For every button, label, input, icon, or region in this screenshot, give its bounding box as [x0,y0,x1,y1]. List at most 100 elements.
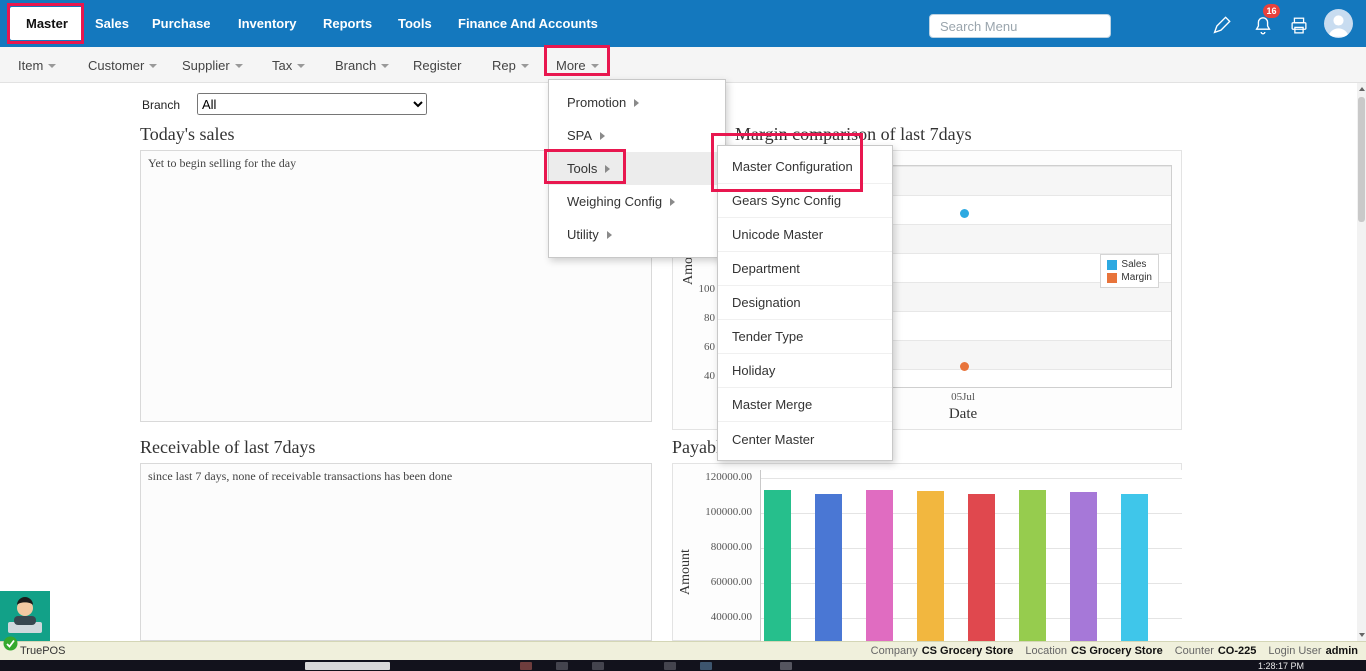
chevron-right-icon [607,231,612,239]
top-nav-bar: Master Sales Purchase Inventory Reports … [0,0,1366,47]
subnav-label: More [556,58,586,73]
more-dropdown-menu: Promotion SPA Tools Weighing Config Util… [548,79,726,258]
submenu-item-unicode-master[interactable]: Unicode Master [718,218,892,252]
status-label: Login User [1268,645,1321,657]
scrollbar-thumb[interactable] [1358,97,1365,222]
submenu-item-label: Master Merge [732,397,812,412]
sales-legend-swatch [1107,260,1117,270]
menu-item-utility[interactable]: Utility [549,218,725,251]
menu-item-tools[interactable]: Tools [549,152,725,185]
payable-bar [1019,490,1046,641]
scroll-up-arrow[interactable] [1357,83,1366,95]
nav-item-sales[interactable]: Sales [95,0,129,47]
taskbar-clock: 1:28:17 PM [1258,661,1304,671]
chevron-down-icon [297,64,305,68]
submenu-item-label: Department [732,261,800,276]
submenu-item-designation[interactable]: Designation [718,286,892,320]
vertical-scrollbar[interactable] [1357,83,1366,641]
notification-badge: 16 [1263,4,1280,18]
taskbar-icon [700,662,712,670]
submenu-item-tender-type[interactable]: Tender Type [718,320,892,354]
submenu-item-center-master[interactable]: Center Master [718,422,892,456]
subnav-item-register[interactable]: Register [413,47,461,83]
margin-x-axis-label: Date [933,406,993,423]
taskbar-app-sliver [305,662,390,670]
subnav-label: Branch [335,58,376,73]
status-value: admin [1326,645,1358,657]
taskbar-icon [780,662,792,670]
windows-taskbar: 1:28:17 PM [0,660,1366,671]
status-counter: CounterCO-225 [1175,645,1257,657]
subnav-label: Customer [88,58,144,73]
chevron-down-icon [235,64,243,68]
submenu-item-master-configuration[interactable]: Master Configuration [718,150,892,184]
legend-row-margin: Margin [1107,272,1152,283]
status-value: CS Grocery Store [922,645,1014,657]
status-login-user: Login User admin [1268,645,1358,657]
submenu-item-label: Gears Sync Config [732,193,841,208]
taskbar-icon [664,662,676,670]
subnav-label: Rep [492,58,516,73]
subnav-item-item[interactable]: Item [18,47,56,83]
submenu-item-master-merge[interactable]: Master Merge [718,388,892,422]
submenu-item-label: Unicode Master [732,227,823,242]
branch-select[interactable]: All [197,93,427,115]
subnav-item-customer[interactable]: Customer [88,47,157,83]
margin-y-tick: 60 [677,341,715,353]
status-value: CS Grocery Store [1071,645,1163,657]
menu-item-weighing-config[interactable]: Weighing Config [549,185,725,218]
receivable-panel: since last 7 days, none of receivable tr… [140,463,652,641]
subnav-label: Supplier [182,58,230,73]
menu-item-spa[interactable]: SPA [549,119,725,152]
status-location: Location CS Grocery Store [1025,645,1162,657]
nav-item-finance-and-accounts[interactable]: Finance And Accounts [458,0,598,47]
status-label: Location [1025,645,1067,657]
submenu-item-label: Designation [732,295,801,310]
brand-name: TruePOS [20,645,65,657]
subnav-item-more[interactable]: More [556,47,599,83]
submenu-item-label: Holiday [732,363,775,378]
submenu-item-gears-sync-config[interactable]: Gears Sync Config [718,184,892,218]
subnav-item-tax[interactable]: Tax [272,47,305,83]
margin-legend-label: Margin [1121,272,1152,283]
chevron-right-icon [605,165,610,173]
user-avatar[interactable] [1324,9,1353,38]
payable-y-tick: 40000.00 [688,611,752,623]
printer-icon[interactable] [1288,15,1310,37]
bell-icon[interactable] [1252,15,1274,37]
payable-bar [764,490,791,641]
payable-y-axis-label: Amount [678,549,694,595]
scroll-down-arrow[interactable] [1357,629,1366,641]
payable-y-tick: 100000.00 [688,506,752,518]
gridline [761,478,1182,479]
nav-item-master[interactable]: Master [10,7,84,40]
margin-chart-title: Margin comparison of last 7days [735,124,972,145]
chevron-right-icon [600,132,605,140]
payable-bar [815,494,842,641]
menu-item-label: Utility [567,227,599,242]
submenu-item-holiday[interactable]: Holiday [718,354,892,388]
chevron-down-icon [521,64,529,68]
submenu-item-department[interactable]: Department [718,252,892,286]
tools-submenu: Master Configuration Gears Sync Config U… [717,145,893,461]
nav-item-inventory[interactable]: Inventory [238,0,297,47]
subnav-item-rep[interactable]: Rep [492,47,529,83]
submenu-item-label: Tender Type [732,329,803,344]
subnav-item-branch[interactable]: Branch [335,47,389,83]
margin-chart-legend: Sales Margin [1100,254,1159,288]
taskbar-icon [520,662,532,670]
payable-bar [917,491,944,641]
nav-item-reports[interactable]: Reports [323,0,372,47]
search-input[interactable] [929,14,1111,38]
nav-item-purchase[interactable]: Purchase [152,0,211,47]
menu-item-promotion[interactable]: Promotion [549,86,725,119]
taskbar-icon [556,662,568,670]
chevron-right-icon [670,198,675,206]
legend-row-sales: Sales [1107,259,1152,270]
subnav-item-supplier[interactable]: Supplier [182,47,243,83]
menu-item-label: Tools [567,161,597,176]
nav-item-tools[interactable]: Tools [398,0,432,47]
taskbar-icon [592,662,604,670]
brush-icon[interactable] [1210,15,1232,37]
chevron-right-icon [634,99,639,107]
